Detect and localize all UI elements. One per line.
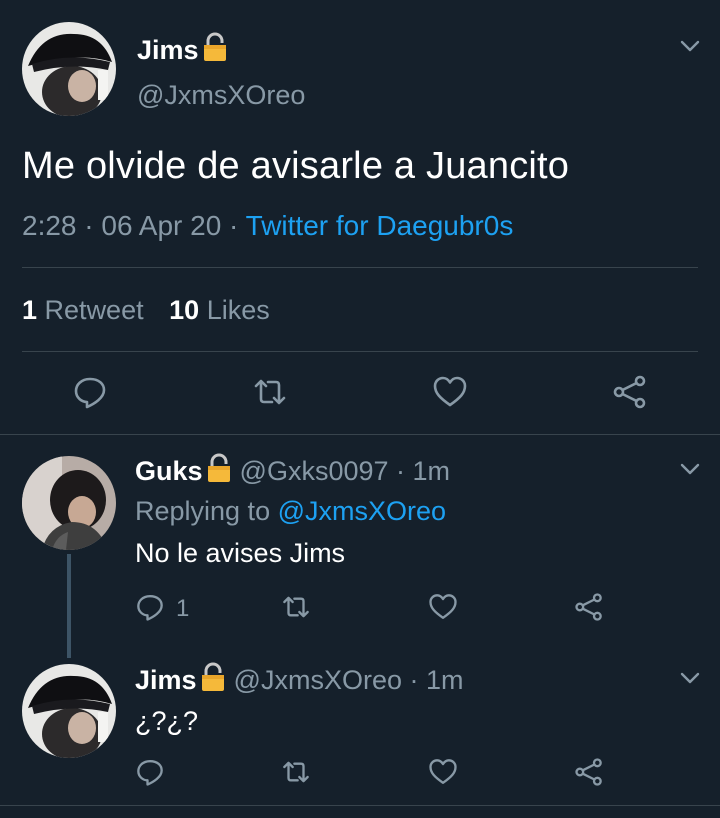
tweet-date[interactable]: 06 Apr 20 [101,210,221,241]
divider [22,351,698,352]
reply-count: 1 [176,595,190,622]
chevron-down-icon[interactable] [678,457,702,481]
replying-to-label: Replying to [135,496,271,526]
retweets-stat[interactable]: 1 Retweet [22,295,144,325]
chevron-down-icon[interactable] [678,34,702,58]
author-name[interactable]: Jims [137,32,228,69]
retweet-button[interactable] [281,592,311,622]
like-button[interactable] [428,757,458,787]
reply-text: No le avises Jims [135,538,346,568]
reply-header: Guks @Gxks0097 · 1m [135,453,450,490]
reply-text: ¿?¿? [135,706,199,736]
like-button[interactable] [432,374,468,410]
retweet-arrows-icon [254,379,286,405]
avatar[interactable] [22,456,116,550]
retweet-arrows-icon [283,596,309,618]
meta-separator: · [229,210,246,241]
divider [0,805,720,806]
heart-icon [429,759,457,784]
retweet-button[interactable] [281,757,311,787]
retweet-arrows-icon [283,761,309,783]
share-icon [613,375,646,409]
speech-bubble-icon [74,377,106,409]
retweet-button[interactable] [252,374,288,410]
avatar[interactable] [22,22,116,116]
likes-label: Likes [206,295,270,325]
tweet-stats: 1 Retweet 10 Likes [22,295,270,326]
reply-author-handle[interactable]: @Gxks0097 · 1m [240,456,450,487]
tweet-text: Me olvide de avisarle a Juancito [22,145,570,187]
avatar[interactable] [22,664,116,758]
speech-bubble-icon [137,595,163,621]
divider [22,267,698,268]
author-handle[interactable]: @JxmsXOreo [137,80,305,111]
retweets-label: Retweet [44,295,144,325]
tweet-source-link[interactable]: Twitter for Daegubr0s [246,210,514,241]
chevron-down-icon[interactable] [678,666,702,690]
share-button[interactable] [574,757,604,787]
heart-icon [433,376,467,407]
lock-icon [202,32,228,69]
meta-separator: · [84,210,102,241]
retweets-count: 1 [22,295,38,325]
likes-count: 10 [169,295,200,325]
reply-button[interactable] [135,592,165,622]
divider [0,434,720,435]
reply-author-name[interactable]: Guks [135,456,203,487]
share-icon [575,758,602,786]
reply-header: Jims @JxmsXOreo · 1m [135,662,463,699]
share-icon [575,593,602,621]
share-button[interactable] [612,374,648,410]
speech-bubble-icon [137,760,163,786]
heart-icon [429,594,457,619]
reply-button[interactable] [72,374,108,410]
reply-button[interactable] [135,757,165,787]
tweet-meta: 2:28 · 06 Apr 20 · Twitter for Daegubr0s [22,210,513,242]
tweet-time: 2:28 [22,210,77,241]
author-name-text: Jims [137,35,199,65]
thread-line [67,554,71,658]
reply-author-handle[interactable]: @JxmsXOreo · 1m [234,665,464,696]
tweet-detail-view: Jims @JxmsXOreo Me olvide de avisarle a … [0,0,720,818]
replying-to: Replying to @JxmsXOreo [135,496,446,527]
likes-stat[interactable]: 10 Likes [169,295,270,325]
share-button[interactable] [574,592,604,622]
lock-icon [206,453,232,490]
reply-author-name[interactable]: Jims [135,665,197,696]
like-button[interactable] [428,592,458,622]
lock-icon [200,662,226,699]
replying-to-handle[interactable]: @JxmsXOreo [278,496,446,526]
